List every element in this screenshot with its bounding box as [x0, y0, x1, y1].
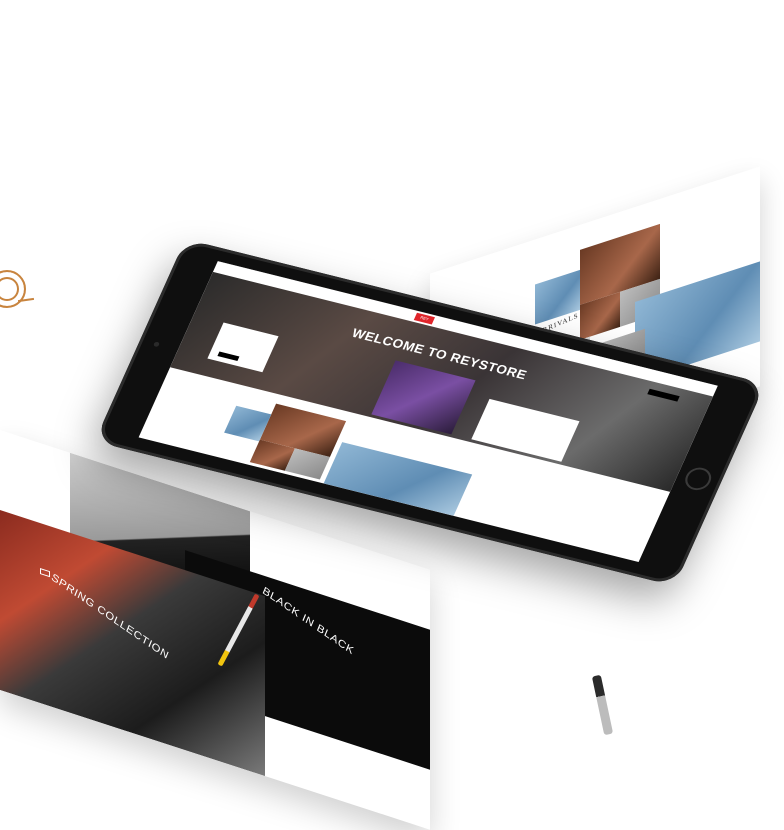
home-button-icon[interactable]	[681, 465, 716, 493]
marker-pen	[591, 674, 614, 736]
brass-coil-ornament	[0, 270, 26, 308]
store-logo[interactable]: REY	[413, 312, 435, 325]
arrival-photo-denim-large	[323, 442, 473, 516]
camera-icon	[152, 341, 161, 348]
